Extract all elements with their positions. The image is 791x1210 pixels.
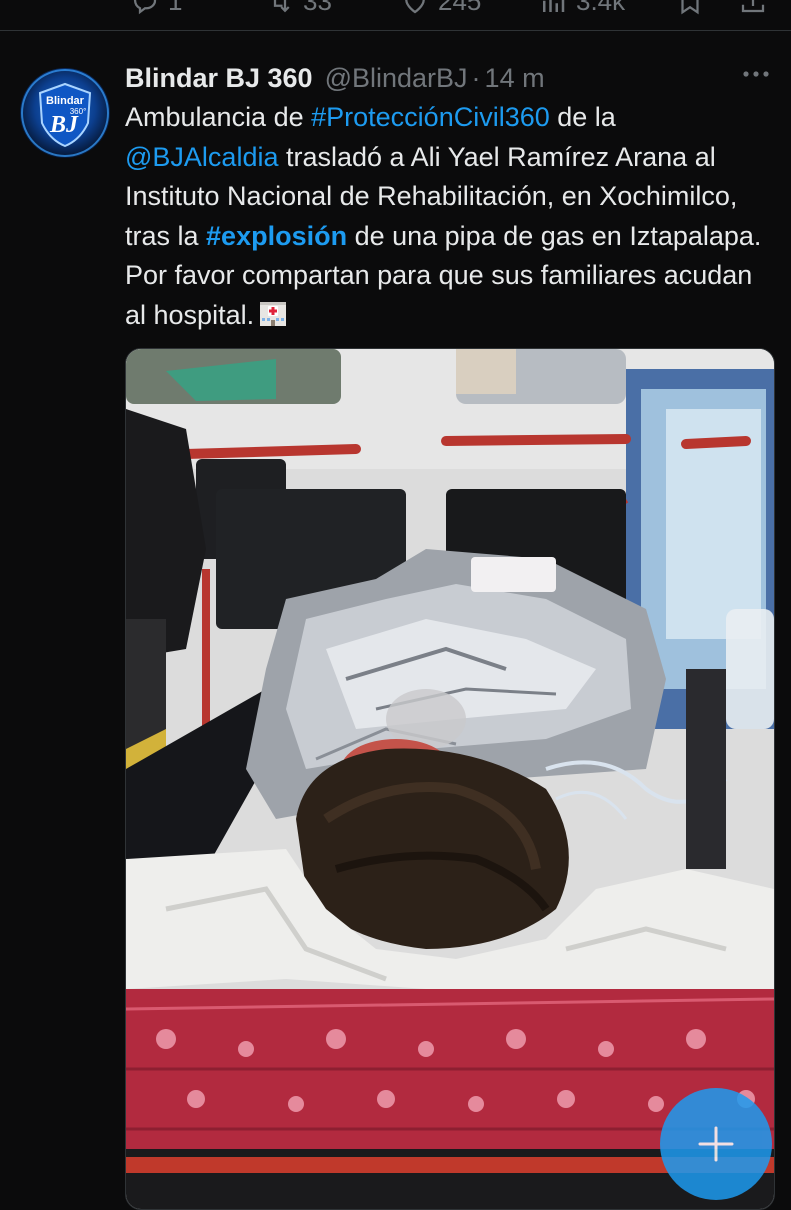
retweet-icon [273, 0, 290, 12]
heart-icon [405, 0, 425, 13]
hashtag-proteccion-civil[interactable]: #ProtecciónCivil360 [311, 102, 550, 132]
hospital-emoji-icon [260, 301, 287, 326]
author-name[interactable]: Blindar BJ 360 [125, 63, 313, 94]
tweet[interactable]: Blindar 360° BJ Blindar BJ 360 @BlindarB… [0, 40, 791, 1210]
like-action[interactable]: 245 [400, 0, 481, 17]
retweet-action[interactable]: 33 [265, 0, 332, 17]
views-action[interactable]: 3.4k [538, 0, 625, 17]
previous-tweet-actions: 1 33 245 3.4k [0, 0, 791, 31]
bookmark-action[interactable] [675, 0, 705, 16]
share-icon [741, 0, 765, 13]
share-action[interactable] [738, 0, 768, 16]
blindar-logo: Blindar 360° BJ [21, 69, 109, 157]
logo-monogram: BJ [49, 112, 79, 138]
author-handle[interactable]: @BlindarBJ [325, 63, 468, 94]
like-count: 245 [438, 0, 482, 16]
plus-icon [698, 1126, 734, 1162]
view-count: 3.4k [576, 0, 626, 16]
more-options-icon[interactable] [741, 64, 771, 84]
reply-action[interactable]: 1 [130, 0, 182, 17]
tweet-text: Ambulancia de #ProtecciónCivil360 de la … [125, 98, 765, 335]
text-part-2: de la [549, 102, 616, 132]
timestamp[interactable]: 14 m [485, 63, 545, 94]
tweet-header: Blindar BJ 360 @BlindarBJ · 14 m [125, 60, 771, 96]
compose-button[interactable] [660, 1088, 772, 1200]
author-avatar[interactable]: Blindar 360° BJ [20, 68, 110, 158]
logo-text-blindar: Blindar [46, 95, 85, 107]
retweet-count: 33 [303, 0, 332, 16]
bookmark-icon [681, 0, 699, 15]
hashtag-explosion[interactable]: #explosión [206, 221, 347, 251]
text-part-1: Ambulancia de [125, 102, 312, 132]
reply-icon [133, 0, 157, 14]
analytics-icon [543, 0, 565, 12]
separator: · [471, 62, 481, 93]
mention-bjalcaldia[interactable]: @BJAlcaldia [125, 142, 278, 172]
reply-count: 1 [168, 0, 183, 16]
tweet-photo[interactable] [125, 348, 775, 1210]
ambulance-photo [126, 349, 774, 1209]
